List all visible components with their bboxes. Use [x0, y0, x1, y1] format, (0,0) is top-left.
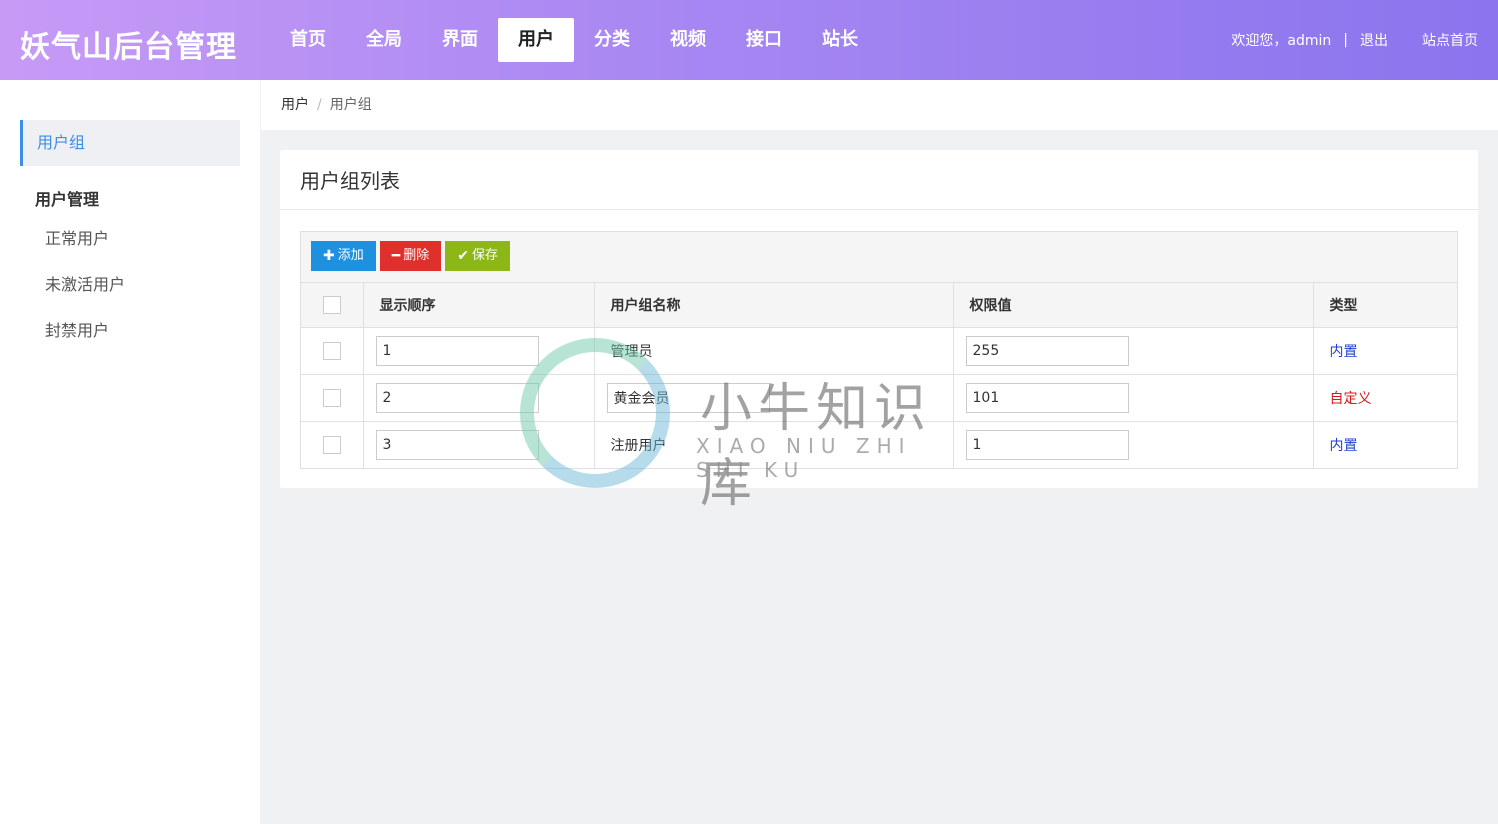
row-check-cell [301, 374, 364, 422]
save-button[interactable]: ✔ 保存 [445, 241, 510, 271]
nav-item-home[interactable]: 首页 [270, 18, 346, 62]
column-header-type[interactable]: 类型 [1313, 283, 1457, 328]
delete-button-label: 删除 [403, 248, 430, 263]
nav-item-interface[interactable]: 界面 [422, 18, 498, 62]
column-header-order[interactable]: 显示顺序 [363, 283, 595, 328]
sidebar-item-inactive-users[interactable]: 未激活用户 [45, 271, 125, 295]
type-badge-builtin: 内置 [1329, 437, 1358, 454]
table-row: 自定义 [301, 374, 1457, 422]
permission-input[interactable] [965, 382, 1129, 413]
type-cell: 内置 [1313, 421, 1457, 468]
breadcrumb: 用户 / 用户组 [261, 80, 1498, 130]
type-badge-builtin: 内置 [1329, 343, 1358, 360]
site-home-link[interactable]: 站点首页 [1422, 30, 1478, 50]
user-group-card: 用户组列表 ✚ 添加 ━ 删除 ✔ 保存 显示顺序 用户组名称 权限值 类型 1… [280, 150, 1478, 488]
type-cell: 内置 [1313, 327, 1457, 375]
table-header-row: 显示顺序 用户组名称 权限值 类型 [301, 283, 1457, 328]
nav-item-videos[interactable]: 视频 [650, 18, 726, 62]
add-button-label: 添加 [337, 248, 364, 263]
type-badge-custom: 自定义 [1329, 390, 1372, 407]
sidebar-group-title: 用户管理 [35, 190, 100, 209]
row-checkbox[interactable] [323, 341, 341, 360]
nav-item-webmaster[interactable]: 站长 [802, 18, 878, 62]
permission-input[interactable] [965, 335, 1129, 366]
permission-cell [953, 374, 1314, 422]
order-cell [363, 374, 595, 422]
order-input[interactable] [375, 429, 539, 460]
row-checkbox[interactable] [323, 435, 341, 454]
order-cell [363, 327, 595, 375]
row-check-cell [301, 327, 364, 375]
name-cell [594, 374, 954, 422]
sidebar-item-normal-users[interactable]: 正常用户 [45, 225, 109, 249]
order-input[interactable] [375, 335, 539, 366]
separator: | [1343, 32, 1348, 48]
row-check-cell [301, 421, 364, 468]
select-all-checkbox[interactable] [323, 295, 341, 314]
app-logo: 妖气山后台管理 [20, 30, 237, 65]
type-cell: 自定义 [1313, 374, 1457, 422]
card-title: 用户组列表 [280, 150, 1478, 210]
table-toolbar: ✚ 添加 ━ 删除 ✔ 保存 [301, 232, 1457, 283]
name-cell: 注册用户 [594, 421, 954, 468]
group-name-input[interactable] [606, 382, 770, 413]
check-icon: ✔ [457, 248, 469, 264]
user-group-table: ✚ 添加 ━ 删除 ✔ 保存 显示顺序 用户组名称 权限值 类型 1 管理员 2… [300, 231, 1458, 469]
minus-icon: ━ [391, 248, 401, 264]
nav-item-global[interactable]: 全局 [346, 18, 422, 62]
user-area: 欢迎您，admin | 退出 站点首页 [1231, 30, 1478, 50]
welcome-text: 欢迎您，admin [1231, 33, 1332, 49]
delete-button[interactable]: ━ 删除 [379, 241, 442, 271]
permission-cell [953, 327, 1314, 375]
breadcrumb-separator: / [317, 97, 322, 113]
main-nav: 首页 全局 界面 用户 分类 视频 接口 站长 [270, 18, 878, 62]
row-checkbox[interactable] [323, 388, 341, 407]
nav-item-api[interactable]: 接口 [726, 18, 802, 62]
breadcrumb-current: 用户组 [329, 97, 372, 113]
add-button[interactable]: ✚ 添加 [311, 241, 376, 271]
top-header: 妖气山后台管理 首页 全局 界面 用户 分类 视频 接口 站长 欢迎您，admi… [0, 0, 1498, 80]
select-all-cell [301, 283, 364, 328]
name-cell: 管理员 [594, 327, 954, 375]
column-header-name[interactable]: 用户组名称 [594, 283, 954, 328]
save-button-label: 保存 [471, 248, 498, 263]
nav-item-categories[interactable]: 分类 [574, 18, 650, 62]
logout-link[interactable]: 退出 [1360, 30, 1388, 50]
nav-item-users[interactable]: 用户 [498, 18, 574, 62]
plus-icon: ✚ [323, 248, 335, 264]
breadcrumb-root[interactable]: 用户 [281, 97, 309, 113]
permission-input[interactable] [965, 429, 1129, 460]
order-cell [363, 421, 595, 468]
sidebar-item-banned-users[interactable]: 封禁用户 [45, 317, 109, 341]
permission-cell [953, 421, 1314, 468]
data-table: 显示顺序 用户组名称 权限值 类型 管理员 内置 [301, 283, 1457, 468]
sidebar: 用户组 用户管理 正常用户 未激活用户 封禁用户 [0, 80, 260, 824]
column-header-permission[interactable]: 权限值 [953, 283, 1314, 328]
table-row: 管理员 内置 [301, 327, 1457, 375]
sidebar-item-user-groups[interactable]: 用户组 [20, 120, 240, 166]
table-row: 注册用户 内置 [301, 421, 1457, 468]
order-input[interactable] [375, 382, 539, 413]
